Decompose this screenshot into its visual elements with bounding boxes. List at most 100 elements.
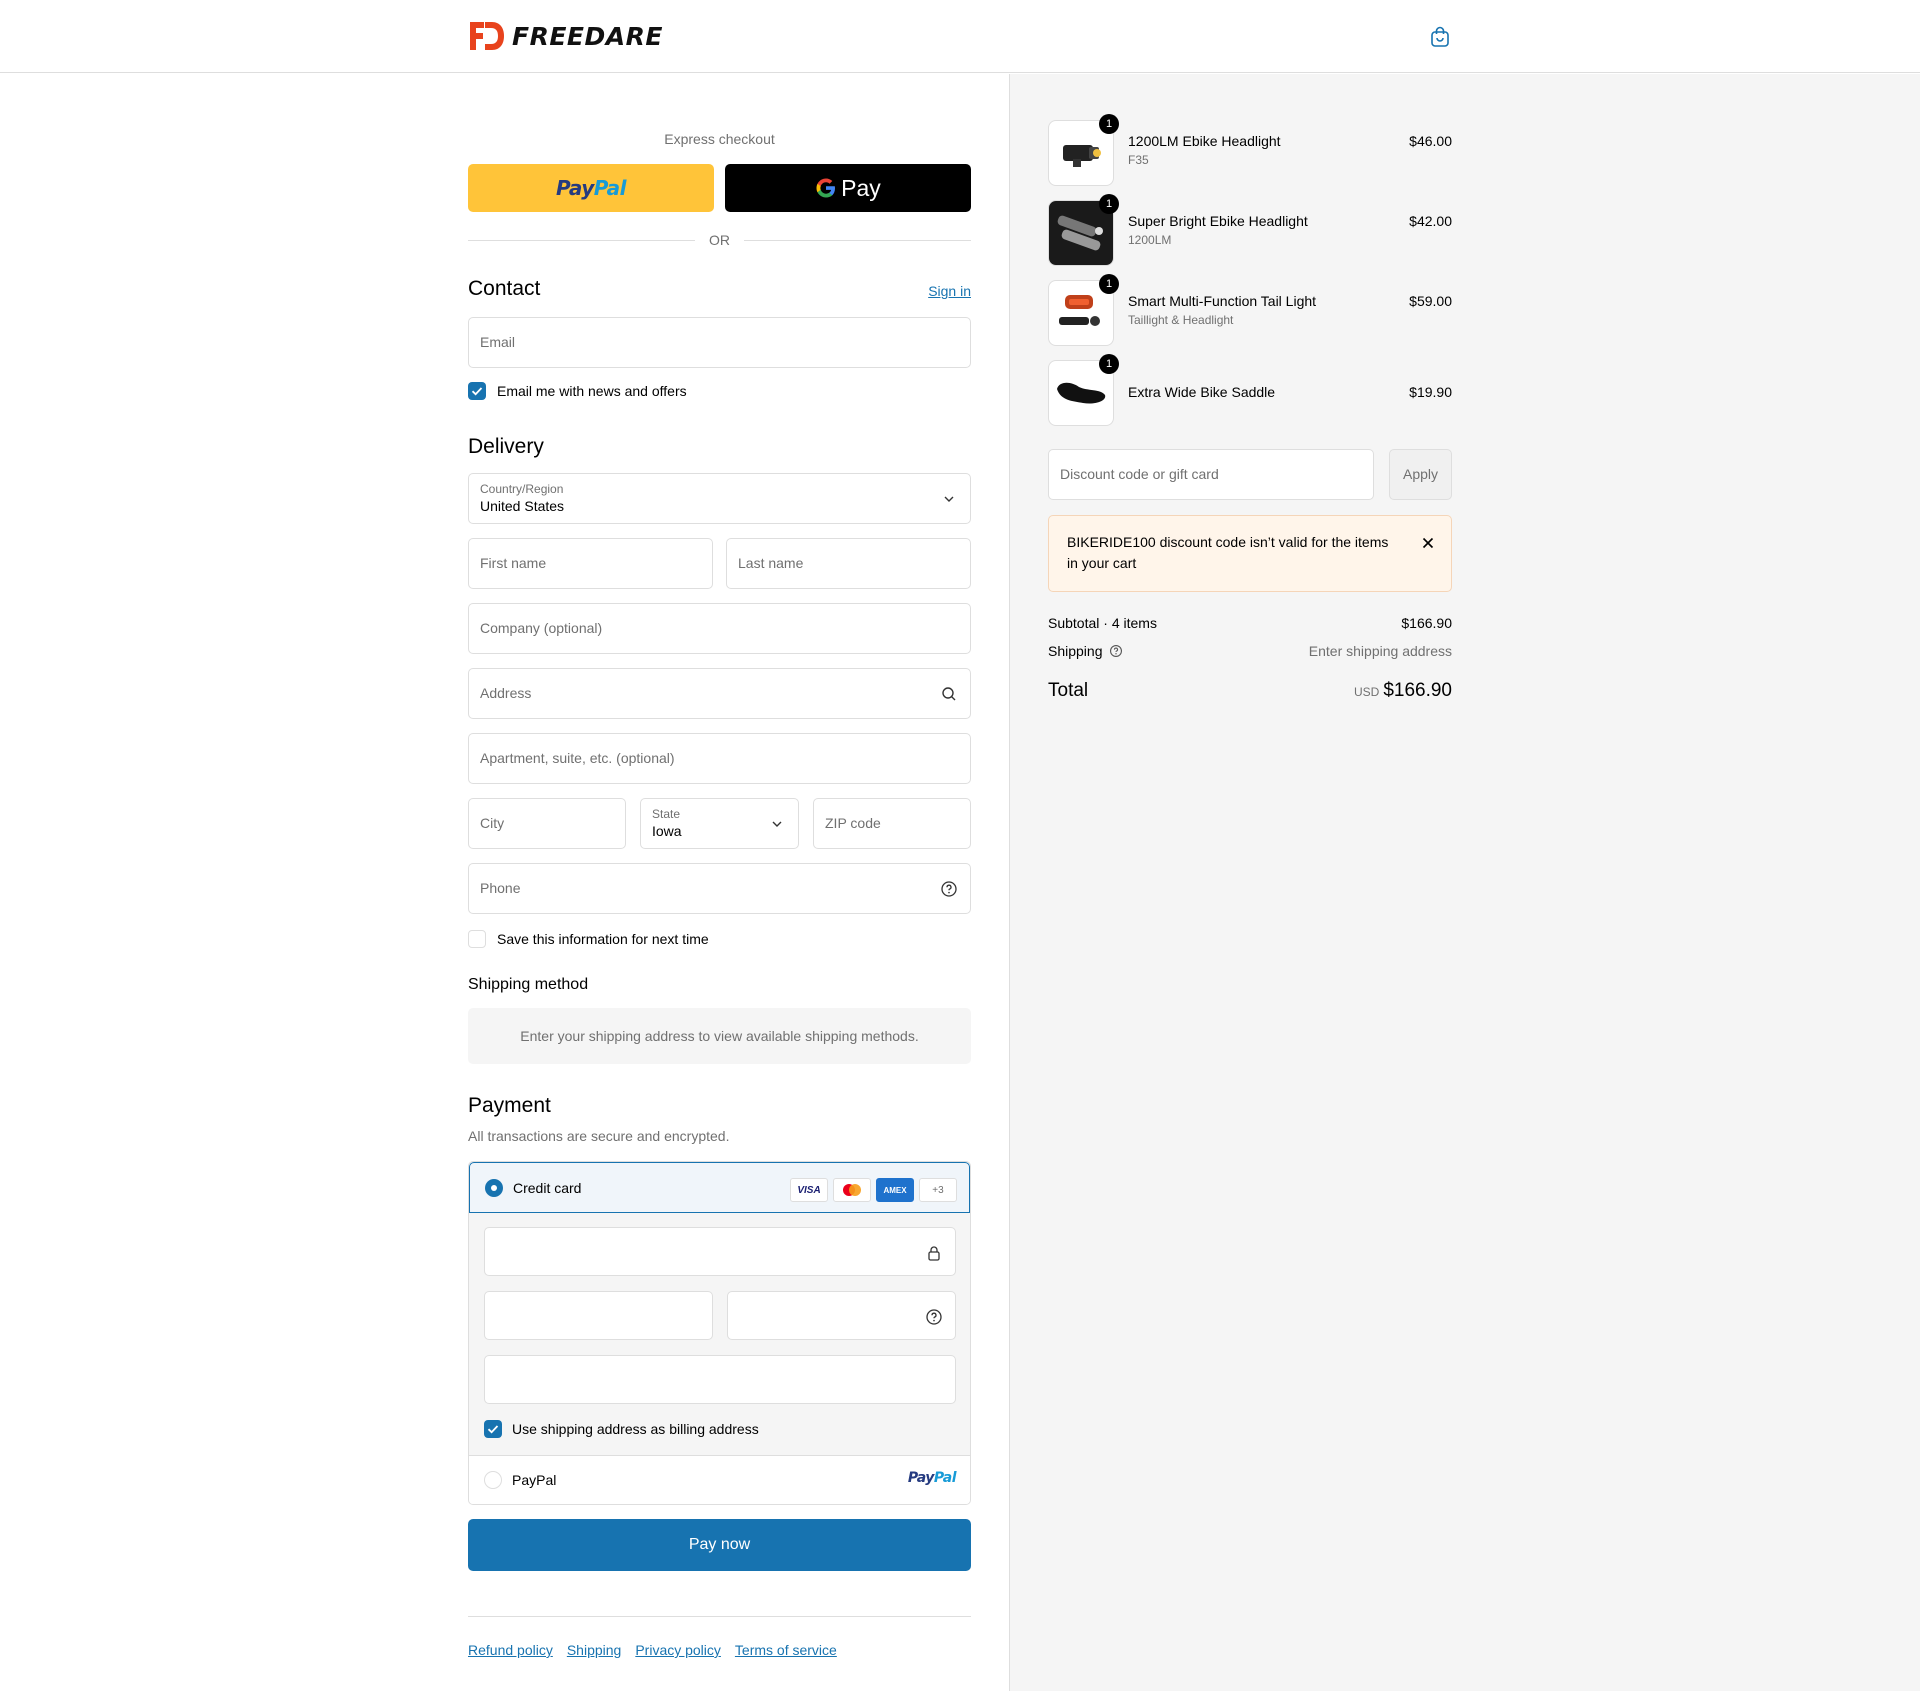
- chevron-down-icon: [772, 821, 782, 827]
- sign-in-link[interactable]: Sign in: [928, 283, 971, 299]
- apartment-field[interactable]: Apartment, suite, etc. (optional): [468, 733, 971, 784]
- lock-icon: [928, 1246, 940, 1261]
- mastercard-icon: [833, 1178, 871, 1202]
- item-price: $19.90: [1409, 384, 1452, 400]
- search-icon: [942, 687, 956, 701]
- total-currency: USD: [1353, 685, 1380, 699]
- total-amount: USD $166.90: [1354, 680, 1452, 702]
- item-name: 1200LM Ebike Headlight: [1128, 133, 1281, 149]
- payment-heading: Payment: [468, 1094, 551, 1117]
- google-pay-label: Pay: [841, 174, 881, 201]
- brand-logo[interactable]: FREEDARE: [468, 20, 663, 52]
- checkmark-icon: [471, 387, 483, 396]
- close-icon[interactable]: [1419, 534, 1437, 552]
- total-label: Total: [1048, 680, 1089, 701]
- quantity-badge: 1: [1099, 274, 1119, 294]
- delivery-heading: Delivery: [468, 435, 544, 458]
- city-field[interactable]: City: [468, 798, 626, 849]
- pay-now-button[interactable]: Pay now: [468, 1519, 971, 1571]
- quantity-badge: 1: [1099, 194, 1119, 214]
- brand-name: FREEDARE: [512, 21, 663, 51]
- first-name-field[interactable]: First name: [468, 538, 713, 589]
- item-price: $46.00: [1409, 133, 1452, 149]
- refund-policy-link[interactable]: Refund policy: [468, 1642, 553, 1658]
- payment-subtitle: All transactions are secure and encrypte…: [468, 1128, 730, 1144]
- paypal-logo: PayPal: [555, 176, 627, 200]
- billing-address-checkbox[interactable]: [484, 1420, 502, 1438]
- shipping-link[interactable]: Shipping: [567, 1642, 622, 1658]
- item-variant: F35: [1128, 153, 1149, 167]
- country-select[interactable]: Country/Region United States: [468, 473, 971, 524]
- credit-card-option[interactable]: Credit card VISA AMEX +3: [469, 1162, 970, 1213]
- item-name: Smart Multi-Function Tail Light: [1128, 293, 1317, 309]
- paypal-option[interactable]: PayPal PayPal: [469, 1455, 970, 1504]
- billing-address-label: Use shipping address as billing address: [512, 1421, 759, 1437]
- credit-card-radio[interactable]: [485, 1179, 503, 1197]
- help-circle-icon[interactable]: [925, 1308, 943, 1326]
- or-divider: OR: [468, 230, 971, 250]
- or-label: OR: [709, 232, 730, 248]
- cart-item: 1 Extra Wide Bike Saddle $19.90: [1048, 354, 1452, 426]
- paypal-express-button[interactable]: PayPal: [468, 164, 714, 212]
- cart-item: 1 1200LM Ebike Headlight F35 $46.00: [1048, 114, 1452, 186]
- state-select[interactable]: State Iowa: [640, 798, 799, 849]
- paypal-radio[interactable]: [484, 1471, 502, 1489]
- item-price: $42.00: [1409, 213, 1452, 229]
- item-name: Super Bright Ebike Headlight: [1128, 213, 1308, 229]
- total-row: Total USD $166.90: [1048, 680, 1452, 706]
- last-name-field[interactable]: Last name: [726, 538, 971, 589]
- card-number-field[interactable]: [484, 1227, 956, 1276]
- shopping-bag-icon[interactable]: [1430, 26, 1450, 48]
- subtotal-value: $166.90: [1401, 615, 1452, 631]
- help-circle-icon[interactable]: [940, 880, 958, 898]
- credit-card-label: Credit card: [513, 1180, 582, 1196]
- paypal-option-label: PayPal: [512, 1472, 557, 1488]
- discount-code-field[interactable]: Discount code or gift card: [1048, 449, 1374, 500]
- freedare-logo-icon: [470, 22, 504, 50]
- item-variant: 1200LM: [1128, 233, 1172, 247]
- zip-code-field[interactable]: ZIP code: [813, 798, 971, 849]
- item-name: Extra Wide Bike Saddle: [1128, 384, 1276, 400]
- product-thumbnail: 1: [1048, 114, 1119, 186]
- total-value: $166.90: [1383, 680, 1452, 701]
- contact-heading: Contact: [468, 277, 541, 300]
- help-circle-icon[interactable]: [1109, 644, 1123, 658]
- name-on-card-field[interactable]: [484, 1355, 956, 1404]
- google-pay-button[interactable]: Pay: [725, 164, 971, 212]
- company-field[interactable]: Company (optional): [468, 603, 971, 654]
- shipping-value: Enter shipping address: [1308, 643, 1452, 659]
- shipping-label: Shipping: [1048, 643, 1123, 659]
- apply-discount-button[interactable]: Apply: [1389, 449, 1452, 500]
- amex-icon: AMEX: [876, 1178, 914, 1202]
- quantity-badge: 1: [1099, 114, 1119, 134]
- product-thumbnail: 1: [1048, 194, 1119, 266]
- more-cards-badge: +3: [919, 1178, 957, 1202]
- chevron-down-icon: [944, 496, 954, 502]
- email-field[interactable]: Email: [468, 317, 971, 368]
- news-offers-label: Email me with news and offers: [497, 383, 687, 399]
- security-code-field[interactable]: [727, 1291, 956, 1340]
- google-g-icon: [816, 178, 836, 198]
- express-checkout-title: Express checkout: [664, 131, 775, 147]
- address-field[interactable]: Address: [468, 668, 971, 719]
- credit-card-form: Use shipping address as billing address: [469, 1213, 970, 1455]
- footer-divider: [468, 1616, 971, 1617]
- item-variant: Taillight & Headlight: [1128, 313, 1234, 327]
- news-offers-checkbox[interactable]: [468, 382, 486, 400]
- save-info-checkbox[interactable]: [468, 930, 486, 948]
- payment-options: Credit card VISA AMEX +3 Use shipping ad…: [468, 1161, 971, 1505]
- item-price: $59.00: [1409, 293, 1452, 309]
- phone-field[interactable]: Phone: [468, 863, 971, 914]
- expiration-date-field[interactable]: [484, 1291, 713, 1340]
- shipping-method-message: Enter your shipping address to view avai…: [468, 1008, 971, 1064]
- checkmark-icon: [487, 1425, 499, 1434]
- discount-error-alert: BIKERIDE100 discount code isn’t valid fo…: [1048, 515, 1452, 592]
- subtotal-label: Subtotal · 4 items: [1048, 615, 1157, 631]
- visa-icon: VISA: [790, 1178, 828, 1202]
- cart-item: 1 Smart Multi-Function Tail Light Tailli…: [1048, 274, 1452, 346]
- terms-of-service-link[interactable]: Terms of service: [735, 1642, 837, 1658]
- save-info-label: Save this information for next time: [497, 931, 709, 947]
- cart-item: 1 Super Bright Ebike Headlight 1200LM $4…: [1048, 194, 1452, 266]
- quantity-badge: 1: [1099, 354, 1119, 374]
- privacy-policy-link[interactable]: Privacy policy: [635, 1642, 721, 1658]
